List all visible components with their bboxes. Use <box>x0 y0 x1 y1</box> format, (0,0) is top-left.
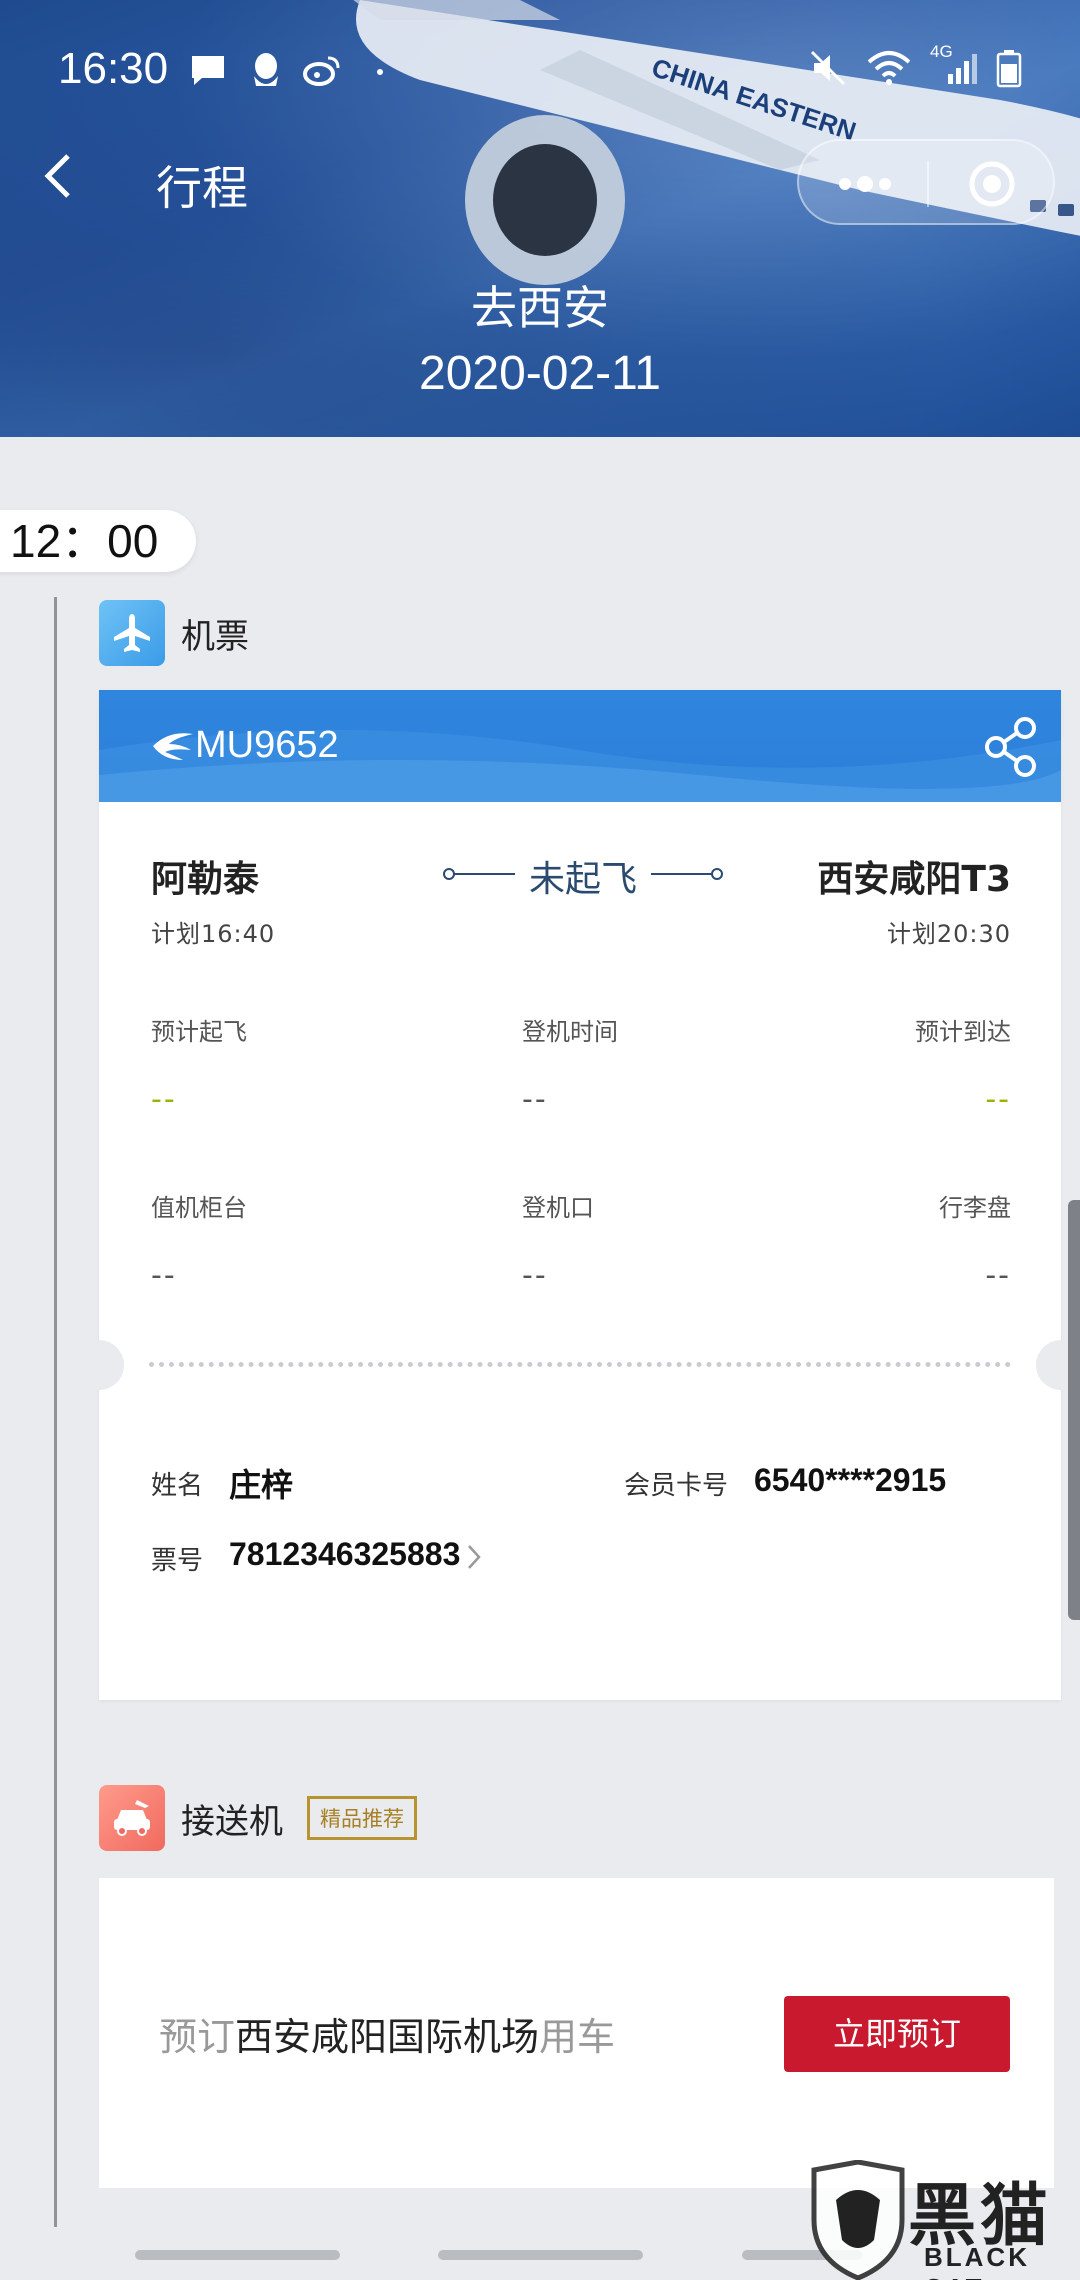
wifi-icon <box>867 51 911 85</box>
scrollbar[interactable] <box>1068 1200 1080 1620</box>
ticket-number-label: 票号 <box>151 1546 204 1576</box>
qq-icon <box>254 53 278 86</box>
gate-value: -- <box>522 1258 548 1293</box>
member-card-label: 会员卡号 <box>624 1471 729 1501</box>
gesture-bar-left <box>135 2250 340 2260</box>
est-arrival-value: -- <box>985 1082 1011 1117</box>
header-banner: CHINA EASTERN 16:30 4G 行程 去西安 2020-02-11 <box>0 0 1080 437</box>
capsule-divider <box>927 161 929 207</box>
baggage-label: 行李盘 <box>939 1194 1011 1222</box>
gate-label: 登机口 <box>522 1194 594 1222</box>
flight-section-header: 机票 <box>99 600 249 666</box>
status-time: 16:30 <box>58 44 169 93</box>
transfer-airport: 西安咸阳国际机场 <box>235 2015 540 2059</box>
transfer-section-label: 接送机 <box>181 1801 283 1842</box>
ticket-number[interactable]: 7812346325883 <box>229 1536 460 1573</box>
boarding-time-value: -- <box>522 1082 548 1117</box>
car-plane-icon <box>99 1785 165 1851</box>
est-departure-label: 预计起飞 <box>151 1018 247 1046</box>
recommend-badge: 精品推荐 <box>307 1796 417 1840</box>
member-card-number: 6540****2915 <box>754 1462 947 1498</box>
close-target-icon[interactable] <box>967 159 1017 209</box>
watermark-subtitle: BLACK CAT <box>924 2242 1030 2280</box>
ticket-perforation <box>149 1362 1011 1367</box>
message-icon <box>192 56 224 85</box>
flight-status: 未起飞 <box>443 850 723 900</box>
back-chevron-icon[interactable] <box>38 148 78 204</box>
checkin-counter-value: -- <box>151 1258 177 1293</box>
timeline-line <box>54 597 57 2227</box>
flight-number: MU9652 <box>195 724 339 766</box>
destination-airport: 西安咸阳T3 <box>817 859 1011 900</box>
miniprogram-capsule <box>797 139 1055 225</box>
transfer-prefix: 预订 <box>159 2015 236 2059</box>
weibo-icon <box>303 56 340 86</box>
transfer-description: 预订西安咸阳国际机场用车 <box>159 2006 615 2061</box>
more-dots-icon[interactable] <box>835 171 895 197</box>
passenger-name: 庄梓 <box>229 1466 294 1504</box>
signal-icon: 4G <box>930 42 978 88</box>
page-title: 行程 <box>156 161 248 215</box>
transfer-section-header: 接送机 精品推荐 <box>99 1785 417 1851</box>
watermark-logo: 黑猫 BLACK CAT <box>800 2160 1080 2280</box>
ticket-notch-left <box>74 1340 124 1390</box>
transfer-suffix: 用车 <box>539 2015 616 2059</box>
battery-icon <box>996 50 1022 88</box>
gesture-bar-center <box>438 2250 643 2260</box>
book-now-button[interactable]: 立即预订 <box>784 1996 1010 2072</box>
timeline-time: 12：00 <box>0 510 196 572</box>
airline-swallow-icon <box>153 733 193 760</box>
baggage-value: -- <box>985 1258 1011 1293</box>
flight-ticket-card[interactable]: MU9652 阿勒泰 未起飞 西安咸阳T3 计划16:40 计划20:30 预计… <box>74 690 1080 1700</box>
checkin-counter-label: 值机柜台 <box>151 1194 247 1222</box>
plane-icon <box>99 600 165 666</box>
chevron-right-icon[interactable] <box>465 1542 483 1572</box>
share-icon[interactable] <box>983 716 1039 778</box>
flight-section-label: 机票 <box>181 616 249 657</box>
status-bar: 16:30 4G <box>0 0 1080 140</box>
trip-date: 2020-02-11 <box>419 347 661 400</box>
boarding-time-label: 登机时间 <box>522 1018 618 1046</box>
cat-shield-icon <box>811 2160 905 2280</box>
est-arrival-label: 预计到达 <box>915 1018 1011 1046</box>
name-label: 姓名 <box>151 1471 204 1501</box>
trip-destination: 去西安 <box>471 281 609 335</box>
ticket-header: MU9652 <box>99 690 1061 802</box>
status-icons: 4G <box>808 42 1022 88</box>
planned-departure: 计划16:40 <box>151 920 276 948</box>
planned-arrival: 计划20:30 <box>886 920 1011 948</box>
origin-airport: 阿勒泰 <box>151 859 260 900</box>
dot-icon <box>377 69 383 75</box>
flight-status-text: 未起飞 <box>528 859 637 900</box>
est-departure-value: -- <box>151 1082 177 1117</box>
transfer-card: 预订西安咸阳国际机场用车 立即预订 <box>99 1878 1054 2188</box>
mute-icon <box>810 50 846 86</box>
